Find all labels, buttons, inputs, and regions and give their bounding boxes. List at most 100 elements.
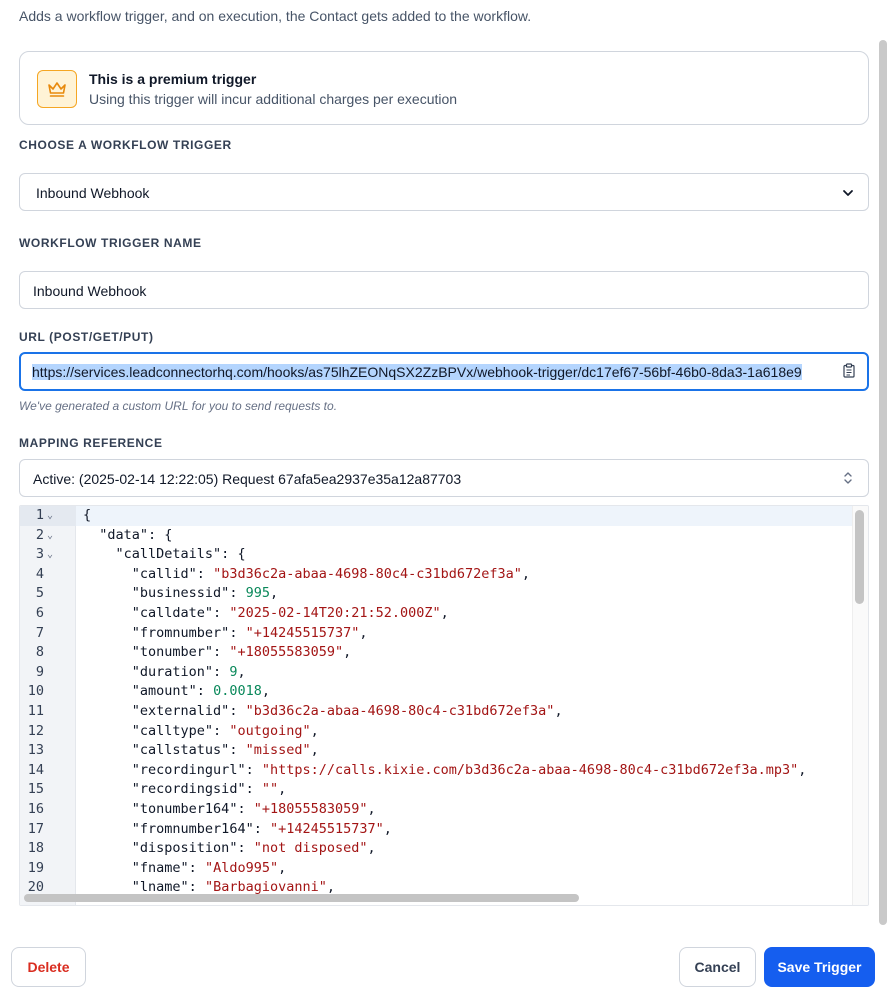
- fold-chevron-icon[interactable]: ⌄: [47, 506, 53, 526]
- code-text: "recordingsid": "",: [131, 781, 287, 798]
- line-number: 7: [35, 624, 44, 641]
- webhook-url-input[interactable]: https://services.leadconnectorhq.com/hoo…: [19, 352, 869, 391]
- json-value: "Aldo995": [204, 859, 279, 876]
- vertical-scrollbar[interactable]: [855, 510, 864, 604]
- json-value: "outgoing": [229, 722, 311, 739]
- code-text: "disposition": "not disposed",: [131, 840, 376, 857]
- json-key: "callstatus":: [131, 742, 246, 759]
- line-number: 11: [27, 702, 44, 719]
- json-value: {: [164, 526, 173, 543]
- json-key: "fromnumber164":: [131, 820, 270, 837]
- json-value: 0.0018: [213, 683, 262, 700]
- json-key: "recordingsid":: [131, 781, 262, 798]
- url-label: URL (POST/GET/PUT): [19, 330, 154, 344]
- trigger-name-input[interactable]: Inbound Webhook: [19, 271, 869, 309]
- line-number: 16: [27, 800, 44, 817]
- line-number: 8: [35, 644, 44, 661]
- code-text: "recordingurl": "https://calls.kixie.com…: [131, 761, 807, 778]
- code-text: "fromnumber": "+14245515737",: [131, 624, 368, 641]
- code-text: "tonumber": "+18055583059",: [131, 644, 352, 661]
- code-text: "tonumber164": "+18055583059",: [131, 800, 376, 817]
- active-line-highlight: [20, 506, 854, 526]
- json-key: "calltype":: [131, 722, 230, 739]
- json-value: "": [261, 781, 279, 798]
- premium-title: This is a premium trigger: [89, 71, 257, 87]
- fold-chevron-icon[interactable]: ⌄: [47, 545, 53, 565]
- webhook-url-value: https://services.leadconnectorhq.com/hoo…: [32, 364, 802, 380]
- json-value: "b3d36c2a-abaa-4698-80c4-c31bd672ef3a": [245, 702, 555, 719]
- json-key: "externalid":: [131, 702, 246, 719]
- save-trigger-button[interactable]: Save Trigger: [764, 947, 875, 987]
- json-key: "duration":: [131, 663, 230, 680]
- json-key: "calldate":: [131, 604, 230, 621]
- fold-chevron-icon[interactable]: ⌄: [47, 526, 53, 546]
- json-key: "tonumber164":: [131, 800, 254, 817]
- code-text: "externalid": "b3d36c2a-abaa-4698-80c4-c…: [131, 702, 563, 719]
- json-value: {: [237, 546, 246, 563]
- code-text: "businessid": 995,: [131, 585, 279, 602]
- page-scrollbar[interactable]: [879, 40, 887, 925]
- line-number: 4: [35, 565, 44, 582]
- json-value: "not disposed": [253, 840, 368, 857]
- line-number: 5: [35, 585, 44, 602]
- json-key: "disposition":: [131, 840, 254, 857]
- line-number: 1: [35, 507, 44, 523]
- code-text: "callid": "b3d36c2a-abaa-4698-80c4-c31bd…: [131, 565, 531, 582]
- line-number: 9: [35, 663, 44, 680]
- code-text: "amount": 0.0018,: [131, 683, 270, 700]
- json-key: "data":: [99, 526, 165, 543]
- json-value: "2025-02-14T20:21:52.000Z": [229, 604, 441, 621]
- trigger-select-value: Inbound Webhook: [36, 185, 150, 201]
- json-key: "fromnumber":: [131, 624, 246, 641]
- premium-subtitle: Using this trigger will incur additional…: [89, 91, 458, 107]
- line-number: 2: [35, 526, 44, 543]
- code-text: "fromnumber164": "+14245515737",: [131, 820, 392, 837]
- mapping-reference-value: Active: (2025-02-14 12:22:05) Request 67…: [33, 471, 462, 487]
- code-text: {: [83, 506, 91, 526]
- json-value: "+14245515737": [269, 820, 384, 837]
- url-hint: We've generated a custom URL for you to …: [19, 399, 338, 413]
- premium-trigger-notice: This is a premium trigger Using this tri…: [19, 51, 869, 125]
- copy-icon[interactable]: [843, 363, 855, 381]
- line-number: 12: [27, 722, 44, 739]
- json-value: "b3d36c2a-abaa-4698-80c4-c31bd672ef3a": [213, 565, 522, 582]
- line-number: 13: [27, 742, 44, 759]
- json-key: "callDetails":: [115, 546, 238, 563]
- horizontal-scrollbar[interactable]: [24, 894, 579, 902]
- cancel-button[interactable]: Cancel: [679, 947, 756, 987]
- chevron-updown-icon: [842, 470, 854, 489]
- vertical-scrollbar-track[interactable]: [852, 506, 868, 905]
- crown-icon: [37, 70, 77, 108]
- json-value: "missed": [245, 742, 311, 759]
- json-key: "lname":: [131, 879, 205, 896]
- json-value: "Barbagiovanni": [204, 879, 327, 896]
- code-text: "calldate": "2025-02-14T20:21:52.000Z",: [131, 604, 449, 621]
- code-text: "callstatus": "missed",: [131, 742, 319, 759]
- mapping-reference-select[interactable]: Active: (2025-02-14 12:22:05) Request 67…: [19, 459, 869, 497]
- line-number: 17: [27, 820, 44, 837]
- code-text: "callDetails": {: [83, 545, 246, 565]
- delete-button[interactable]: Delete: [11, 947, 86, 987]
- json-value: {: [83, 507, 92, 523]
- json-value: "+14245515737": [245, 624, 360, 641]
- code-text: "data": {: [83, 526, 172, 546]
- json-key: "recordingurl":: [131, 761, 262, 778]
- json-value: "https://calls.kixie.com/b3d36c2a-abaa-4…: [261, 761, 799, 778]
- code-text: "fname": "Aldo995",: [131, 859, 287, 876]
- mapping-reference-label: MAPPING REFERENCE: [19, 436, 163, 450]
- line-number: 10: [27, 683, 44, 700]
- trigger-select-label: CHOOSE A WORKFLOW TRIGGER: [19, 138, 232, 152]
- line-number: 19: [27, 859, 44, 876]
- line-number: 6: [35, 604, 44, 621]
- json-key: "businessid":: [131, 585, 246, 602]
- json-key: "fname":: [131, 859, 205, 876]
- line-number: 14: [27, 761, 44, 778]
- line-number: 3: [35, 546, 44, 563]
- line-number: 15: [27, 781, 44, 798]
- json-key: "callid":: [131, 565, 214, 582]
- json-value: "+18055583059": [229, 644, 344, 661]
- json-code-editor[interactable]: 1 ⌄{2 ⌄ "data": {3 ⌄ "callDetails": {4 "cal…: [19, 505, 869, 906]
- trigger-select[interactable]: Inbound Webhook: [19, 173, 869, 211]
- json-key: "tonumber":: [131, 644, 230, 661]
- line-number: 18: [27, 840, 44, 857]
